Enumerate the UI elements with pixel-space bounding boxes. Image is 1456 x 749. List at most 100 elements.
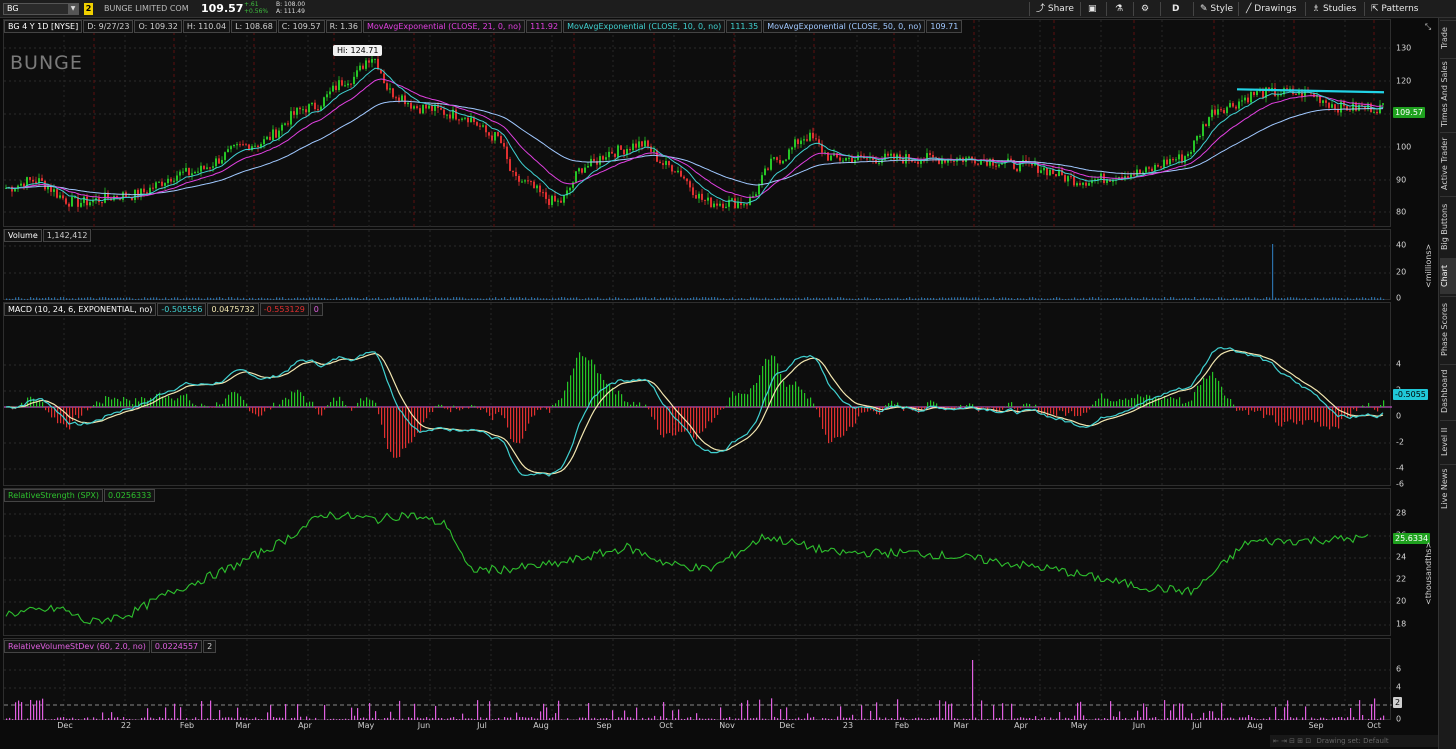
volume-bar [852,298,854,300]
volume-bar [444,298,446,300]
macd-histogram-bar [1011,402,1013,407]
tab-times-and-sales[interactable]: Times And Sales [1440,58,1456,130]
volume-bar [117,297,119,300]
volume-bar [1035,298,1037,300]
volume-bar [951,297,953,300]
time-axis[interactable]: Dec 22 Feb Mar Apr May Jun Jul Aug Sep Oct Nov Dec 23… [3,719,1391,733]
volume-chart[interactable] [4,230,1392,301]
macd-histogram-bar [1275,407,1277,423]
tab-chart[interactable]: Chart [1440,258,1456,294]
tab-big-buttons[interactable]: Big Buttons [1440,196,1456,256]
rs-panel[interactable] [3,488,1392,637]
macd-histogram-bar [1353,407,1355,410]
studies-button[interactable]: ♗ Studies [1312,2,1356,16]
candle-body [383,73,385,84]
macd-histogram-bar [1293,407,1295,423]
tab-live-news[interactable]: Live News [1440,464,1456,512]
gear-icon[interactable]: ⚙ [1141,2,1149,16]
volume-bar [600,298,602,300]
volume-bar [588,297,590,300]
candle-body [779,159,781,164]
flask-icon[interactable]: ⚗ [1115,2,1123,16]
rvs-bar [39,700,41,720]
macd-histogram-bar [165,397,167,407]
price-chart[interactable] [4,20,1392,228]
candle-body [1223,110,1225,114]
macd-histogram-bar [114,397,116,407]
macd-histogram-bar [1266,407,1268,415]
volume-bar [1131,297,1133,300]
volume-bar [768,298,770,300]
macd-panel[interactable] [3,302,1392,487]
macd-histogram-bar [534,407,536,416]
candle-body [161,181,163,186]
symbol-input[interactable]: BG ▼ [3,3,79,15]
volume-bar [339,298,341,300]
candle-body [890,153,892,156]
tab-active-trader[interactable]: Active Trader [1440,132,1456,194]
rvs-bar [435,705,437,720]
tab-level-ii[interactable]: Level II [1440,420,1456,462]
tab-trade[interactable]: Trade [1440,20,1456,56]
macd-histogram-bar [834,407,836,438]
candle-body [65,198,67,204]
volume-bar [1092,297,1094,300]
macd-histogram-bar [1116,401,1118,407]
rvs-bar [1179,703,1181,720]
drawing-set-bar[interactable]: ⇤ ⇥ ⊟ ⊞ ⊡ Drawing set: Default [1270,735,1438,747]
macd-histogram-bar [651,407,653,417]
volume-bar [1245,297,1247,300]
volume-bar [156,297,158,300]
macd-histogram-bar [1272,407,1274,416]
candle-body [704,199,706,201]
tab-dashboard[interactable]: Dashboard [1440,364,1456,418]
time-tick: Aug [1247,721,1263,730]
volume-bar [885,298,887,300]
candle-body [977,163,979,165]
macd-histogram-bar [348,407,350,408]
divider [1160,2,1161,16]
candle-body [725,206,727,208]
volume-bar [285,298,287,300]
volume-bar [1281,297,1283,300]
patterns-button[interactable]: ⇱ Patterns [1371,2,1419,16]
macd-histogram-bar [1062,407,1064,412]
legend-ema50-value: 109.71 [926,20,963,33]
volume-bar [705,297,707,300]
scroll-icon[interactable]: ⇤ ⇥ ⊟ ⊞ ⊡ [1270,737,1314,745]
share-button[interactable]: ⤴ Share [1036,2,1074,16]
candle-body [524,180,526,182]
macd-histogram-bar [990,407,992,408]
tab-phase-scores[interactable]: Phase Scores [1440,296,1456,362]
macd-histogram-bar [786,386,788,407]
volume-bar [732,297,734,300]
volume-bar [1005,297,1007,300]
chart-area[interactable]: BG 4 Y 1D [NYSE] D: 9/27/23 O: 109.32 H: 11… [0,18,1438,749]
price-panel[interactable] [3,19,1392,228]
macd-histogram-bar [879,407,881,415]
macd-chart[interactable] [4,303,1392,487]
candle-body [1136,169,1138,176]
macd-histogram-bar [1233,404,1235,407]
candle-body [479,125,481,127]
volume-bar [477,298,479,300]
aggregation-button[interactable]: D [1172,2,1179,16]
link-group-badge[interactable]: 2 [84,3,93,15]
candle-body [866,158,868,160]
candle-body [971,156,973,159]
macd-histogram-bar [87,407,89,411]
volume-panel[interactable] [3,229,1392,301]
price-axis[interactable]: 130 120 110 100 90 80 [1392,19,1438,227]
candle-body [410,102,412,109]
rvs-tick: 0 [1396,714,1402,724]
style-button[interactable]: ✎ Style [1200,2,1233,16]
macd-histogram-bar [852,407,854,428]
rs-chart[interactable] [4,489,1392,637]
expand-icon[interactable]: ⤢ [1424,20,1438,34]
drawings-button[interactable]: ╱ Drawings [1246,2,1296,16]
candle-body [1238,101,1240,109]
macd-histogram-bar [819,407,821,418]
chevron-down-icon[interactable]: ▼ [68,4,78,14]
snapshot-icon[interactable]: ▣ [1088,2,1097,16]
volume-bar [324,297,326,300]
